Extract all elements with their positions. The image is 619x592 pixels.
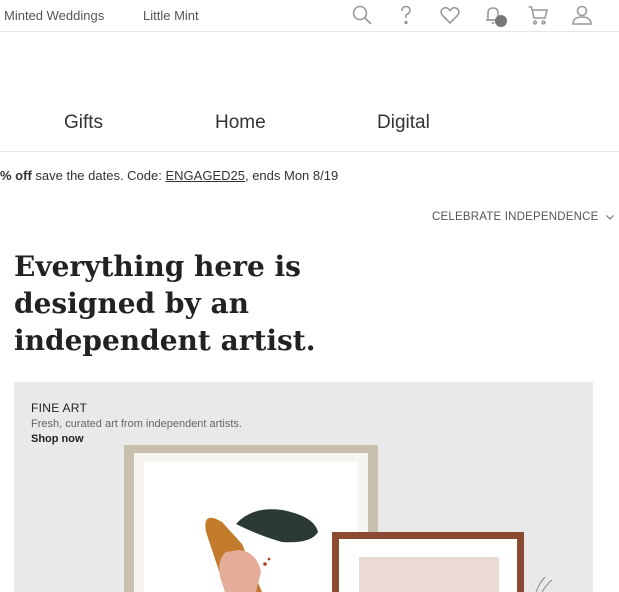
heart-icon[interactable] — [438, 3, 462, 27]
small-artwork — [359, 557, 499, 592]
nav-item-home[interactable]: Home — [215, 112, 266, 134]
nav-item-gifts[interactable]: Gifts — [64, 112, 103, 134]
banner-kicker: FINE ART — [31, 401, 88, 415]
promo-discount: % off — [0, 168, 32, 183]
category-nav: Gifts Home Digital — [0, 100, 619, 152]
fine-art-illustration — [124, 445, 553, 592]
minted-weddings-link[interactable]: Minted Weddings — [4, 8, 104, 23]
promo-banner: % off save the dates. Code: ENGAGED25, e… — [0, 168, 338, 183]
account-icon[interactable] — [570, 3, 594, 27]
search-icon[interactable] — [350, 3, 374, 27]
cart-icon[interactable] — [526, 3, 550, 27]
help-icon[interactable] — [394, 3, 418, 27]
celebrate-independence-dropdown[interactable]: CELEBRATE INDEPENDENCE — [432, 211, 615, 223]
fine-art-banner[interactable]: FINE ART Fresh, curated art from indepen… — [14, 382, 593, 592]
promo-ends: , ends Mon 8/19 — [244, 168, 339, 183]
notification-dot — [495, 15, 507, 27]
plant-stem — [535, 576, 553, 592]
hero-headline: Everything here is designed by an indepe… — [14, 250, 316, 357]
nav-item-digital[interactable]: Digital — [377, 112, 430, 134]
banner-subtitle: Fresh, curated art from independent arti… — [31, 418, 242, 430]
shop-now-link[interactable]: Shop now — [31, 433, 84, 445]
promo-code-link[interactable]: ENGAGED25 — [165, 168, 244, 183]
red-dot — [263, 562, 267, 566]
bell-icon[interactable] — [482, 3, 507, 27]
utility-bar: Minted Weddings Little Mint — [0, 0, 619, 32]
promo-text: save the dates. Code: — [31, 168, 166, 183]
chevron-down-icon — [605, 212, 615, 222]
little-mint-link[interactable]: Little Mint — [143, 8, 199, 23]
red-dot — [267, 557, 271, 561]
celebrate-label: CELEBRATE INDEPENDENCE — [432, 211, 599, 223]
